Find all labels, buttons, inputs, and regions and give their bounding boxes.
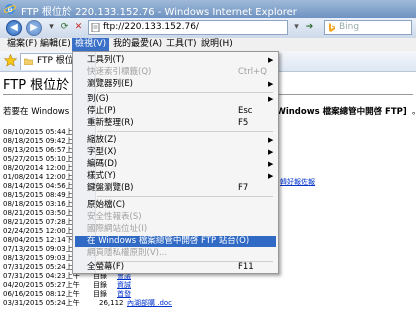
menu-item-encoding[interactable]: 編碼(D) ▶ [75,159,276,170]
submenu-arrow-icon: ▶ [268,172,274,180]
submenu-arrow-icon: ▶ [268,80,274,88]
menu-item-stop[interactable]: 停止(P) Esc [75,106,276,117]
url-text: ftp://220.133.152.76/ [103,22,199,32]
menu-item-explorer-bars[interactable]: 瀏覽器列(E) ▶ [75,79,276,90]
menu-item-open-ftp-in-explorer[interactable]: 在 Windows 檔案總管中開啓 FTP 站台(O) [75,236,276,247]
address-bar: ◀ ▶ ▾ ⟳ ✕ ftp://220.133.152.76/ ▾ ➔ Bing [0,18,416,38]
menu-item-full-screen[interactable]: 全螢幕(F) F11 [75,262,276,273]
menu-item-style[interactable]: 樣式(Y) ▶ [75,171,276,182]
submenu-arrow-icon: ▶ [268,95,274,103]
submenu-arrow-icon: ▶ [268,148,274,156]
search-placeholder: Bing [339,22,360,32]
folder-icon [24,58,33,65]
svg-text:e: e [8,5,13,14]
stop-icon[interactable]: ✕ [72,21,85,34]
window-title: FTP 根位於 220.133.152.76 - Windows Interne… [21,7,297,18]
page-icon [91,23,100,32]
menu-separator [97,131,273,132]
menu-item-toolbars[interactable]: 工具列(T) ▶ [75,55,276,66]
address-input[interactable]: ftp://220.133.152.76/ [88,20,288,35]
go-icon[interactable]: ➔ [303,21,316,34]
submenu-arrow-icon: ▶ [268,56,274,64]
submenu-arrow-icon: ▶ [268,160,274,168]
back-button[interactable]: ◀ [6,20,22,36]
menu-separator [97,196,273,197]
menu-tools[interactable]: 工具(T) [163,38,200,51]
title-bar: e FTP 根位於 220.133.152.76 - Windows Inter… [0,0,416,18]
search-input[interactable]: Bing [324,20,412,35]
menu-view[interactable]: 檢視(V) [72,38,110,51]
menu-item-caret-browsing[interactable]: 鍵盤瀏覽(B) F7 [75,183,276,194]
menu-file[interactable]: 檔案(F) [4,38,40,51]
intro-text: 若要在 Windows 檔 [3,107,81,117]
refresh-icon[interactable]: ⟳ [58,21,71,34]
menu-item-security-report[interactable]: 安全性報表(S) [75,212,276,223]
menu-item-source[interactable]: 原始檔(C) [75,200,276,211]
view-menu-dropdown: 工具列(T) ▶ 快速索引標籤(Q) Ctrl+Q 瀏覽器列(E) ▶ 到(G)… [72,51,279,274]
file-link[interactable]: 韓好報佐報 [280,177,315,187]
page-heading: FTP 根位於 [3,78,70,93]
menu-item-zoom[interactable]: 縮放(Z) ▶ [75,135,276,146]
intro-text-tail: 。 [412,105,416,117]
file-link[interactable]: 內湖部購 .doc [127,299,172,308]
menu-item-international-address[interactable]: 國際網站位址(I) [75,224,276,235]
menu-item-refresh[interactable]: 重新整理(R) F5 [75,118,276,129]
tab-ftp[interactable]: FTP 根位於 [20,53,80,70]
submenu-arrow-icon: ▶ [268,136,274,144]
menu-item-text-size[interactable]: 字型(X) ▶ [75,147,276,158]
internet-explorer-icon: e [4,4,16,14]
menu-edit[interactable]: 編輯(E) [37,38,74,51]
folder-link[interactable]: 首發 [117,290,131,299]
menu-item-privacy-policy[interactable]: 網頁隱私權原則(V)... [75,248,276,259]
folder-link[interactable]: 資誠 [117,281,131,290]
intro-text-right: 在 Windows 檔案總管中開啓 FTP] [265,107,407,117]
menu-help[interactable]: 說明(H) [198,38,236,51]
history-dropdown-icon[interactable]: ▾ [45,21,58,34]
menu-separator [97,92,273,93]
forward-button[interactable]: ▶ [26,20,42,36]
favorites-star-icon[interactable] [4,54,17,67]
menu-bar: 檔案(F) 編輯(E) 檢視(V) 我的最愛(A) 工具(T) 說明(H) [0,38,416,52]
menu-favorites[interactable]: 我的最愛(A) [110,38,165,51]
address-dropdown-icon[interactable]: ▾ [290,21,303,34]
menu-item-go-to[interactable]: 到(G) ▶ [75,94,276,105]
menu-item-quick-tabs[interactable]: 快速索引標籤(Q) Ctrl+Q [75,67,276,78]
bing-icon [329,23,335,32]
